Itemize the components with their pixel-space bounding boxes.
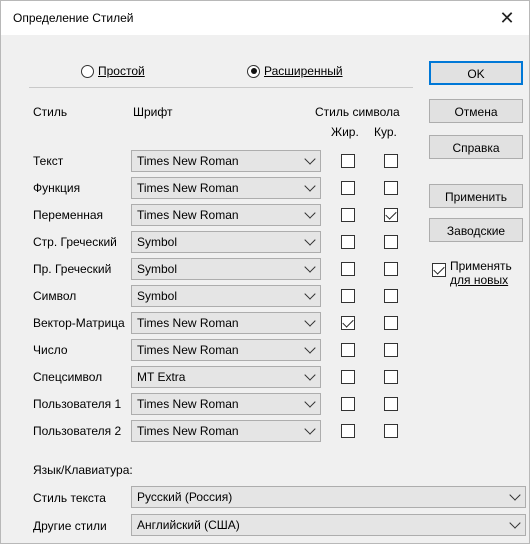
checkbox-italic-lc-greek[interactable] <box>384 235 398 249</box>
ok-button[interactable]: OK <box>429 61 523 85</box>
checkbox-italic-symbol[interactable] <box>384 289 398 303</box>
checkbox-italic-uc-greek[interactable] <box>384 262 398 276</box>
font-select-special[interactable]: MT Extra <box>131 366 321 388</box>
radio-advanced[interactable]: Расширенный <box>247 64 343 78</box>
apply-new-checkbox[interactable] <box>432 263 446 277</box>
apply-new-label-2: для новых <box>450 273 509 287</box>
checkbox-bold-lc-greek[interactable] <box>341 235 355 249</box>
chevron-down-icon <box>304 396 316 408</box>
apply-button[interactable]: Применить <box>429 184 523 208</box>
font-select-value: Symbol <box>137 289 178 303</box>
chevron-down-icon <box>304 288 316 300</box>
checkbox-bold-user-1[interactable] <box>341 397 355 411</box>
apply-new-label-1: Применять <box>450 259 512 273</box>
checkbox-bold-text[interactable] <box>341 154 355 168</box>
other-styles-label: Другие стили <box>33 519 107 533</box>
checkbox-bold-user-2[interactable] <box>341 424 355 438</box>
checkbox-italic-vector-matrix[interactable] <box>384 316 398 330</box>
row-label-special: Спецсимвол <box>33 370 103 384</box>
row-label-number: Число <box>33 343 68 357</box>
define-styles-dialog: Определение Стилей ✕ Простой Расширенный… <box>0 0 530 544</box>
font-select-value: Times New Roman <box>137 181 239 195</box>
header-style: Стиль <box>33 105 68 119</box>
checkbox-bold-uc-greek[interactable] <box>341 262 355 276</box>
row-label-variable: Переменная <box>33 208 103 222</box>
checkbox-italic-user-1[interactable] <box>384 397 398 411</box>
row-label-user-2: Пользователя 2 <box>33 424 122 438</box>
font-select-value: MT Extra <box>137 370 186 384</box>
radio-advanced-indicator[interactable] <box>247 64 260 78</box>
header-bold: Жир. <box>331 125 359 139</box>
font-select-value: Times New Roman <box>137 397 239 411</box>
checkbox-bold-special[interactable] <box>341 370 355 384</box>
chevron-down-icon <box>304 342 316 354</box>
row-label-vector-matrix: Вектор-Матрица <box>33 316 125 330</box>
close-icon[interactable]: ✕ <box>487 1 527 35</box>
font-select-value: Symbol <box>137 235 178 249</box>
font-select-value: Times New Roman <box>137 343 239 357</box>
checkbox-italic-user-2[interactable] <box>384 424 398 438</box>
text-style-language-value: Русский (Россия) <box>137 490 233 504</box>
other-styles-language-value: Английский (США) <box>137 518 240 532</box>
chevron-down-icon <box>304 261 316 273</box>
title-bar: Определение Стилей ✕ <box>1 1 529 35</box>
text-style-language-select[interactable]: Русский (Россия) <box>131 486 526 508</box>
other-styles-language-select[interactable]: Английский (США) <box>131 514 526 536</box>
radio-advanced-label: Расширенный <box>264 64 343 78</box>
checkbox-italic-special[interactable] <box>384 370 398 384</box>
font-select-user-2[interactable]: Times New Roman <box>131 420 321 442</box>
row-label-text: Текст <box>33 154 64 168</box>
checkbox-italic-function[interactable] <box>384 181 398 195</box>
header-font: Шрифт <box>133 105 173 119</box>
font-select-text[interactable]: Times New Roman <box>131 150 321 172</box>
row-label-lc-greek: Стр. Греческий <box>33 235 117 249</box>
mode-divider <box>29 87 413 88</box>
checkbox-bold-function[interactable] <box>341 181 355 195</box>
font-select-value: Times New Roman <box>137 154 239 168</box>
header-italic: Кур. <box>374 125 397 139</box>
row-label-user-1: Пользователя 1 <box>33 397 122 411</box>
checkbox-italic-number[interactable] <box>384 343 398 357</box>
font-select-function[interactable]: Times New Roman <box>131 177 321 199</box>
chevron-down-icon <box>509 489 521 501</box>
font-select-value: Times New Roman <box>137 424 239 438</box>
radio-simple-label: Простой <box>98 64 145 78</box>
checkbox-bold-symbol[interactable] <box>341 289 355 303</box>
checkbox-bold-variable[interactable] <box>341 208 355 222</box>
cancel-button[interactable]: Отмена <box>429 99 523 123</box>
font-select-vector-matrix[interactable]: Times New Roman <box>131 312 321 334</box>
language-section-label: Язык/Клавиатура: <box>33 463 133 477</box>
font-select-value: Times New Roman <box>137 208 239 222</box>
font-select-lc-greek[interactable]: Symbol <box>131 231 321 253</box>
chevron-down-icon <box>304 234 316 246</box>
font-select-variable[interactable]: Times New Roman <box>131 204 321 226</box>
checkbox-bold-number[interactable] <box>341 343 355 357</box>
checkbox-bold-vector-matrix[interactable] <box>341 316 355 330</box>
help-button[interactable]: Справка <box>429 135 523 159</box>
font-select-uc-greek[interactable]: Symbol <box>131 258 321 280</box>
row-label-uc-greek: Пр. Греческий <box>33 262 112 276</box>
checkbox-italic-variable[interactable] <box>384 208 398 222</box>
chevron-down-icon <box>509 517 521 529</box>
header-char-style: Стиль символа <box>315 105 400 119</box>
radio-simple[interactable]: Простой <box>81 64 145 78</box>
font-select-number[interactable]: Times New Roman <box>131 339 321 361</box>
dialog-title: Определение Стилей <box>13 11 134 25</box>
font-select-user-1[interactable]: Times New Roman <box>131 393 321 415</box>
factory-defaults-button[interactable]: Заводские <box>429 218 523 242</box>
chevron-down-icon <box>304 369 316 381</box>
chevron-down-icon <box>304 153 316 165</box>
font-select-value: Times New Roman <box>137 316 239 330</box>
checkbox-italic-text[interactable] <box>384 154 398 168</box>
chevron-down-icon <box>304 423 316 435</box>
font-select-value: Symbol <box>137 262 178 276</box>
chevron-down-icon <box>304 315 316 327</box>
text-style-label: Стиль текста <box>33 491 106 505</box>
row-label-function: Функция <box>33 181 81 195</box>
chevron-down-icon <box>304 207 316 219</box>
row-label-symbol: Символ <box>33 289 77 303</box>
radio-simple-indicator[interactable] <box>81 64 94 78</box>
font-select-symbol[interactable]: Symbol <box>131 285 321 307</box>
chevron-down-icon <box>304 180 316 192</box>
